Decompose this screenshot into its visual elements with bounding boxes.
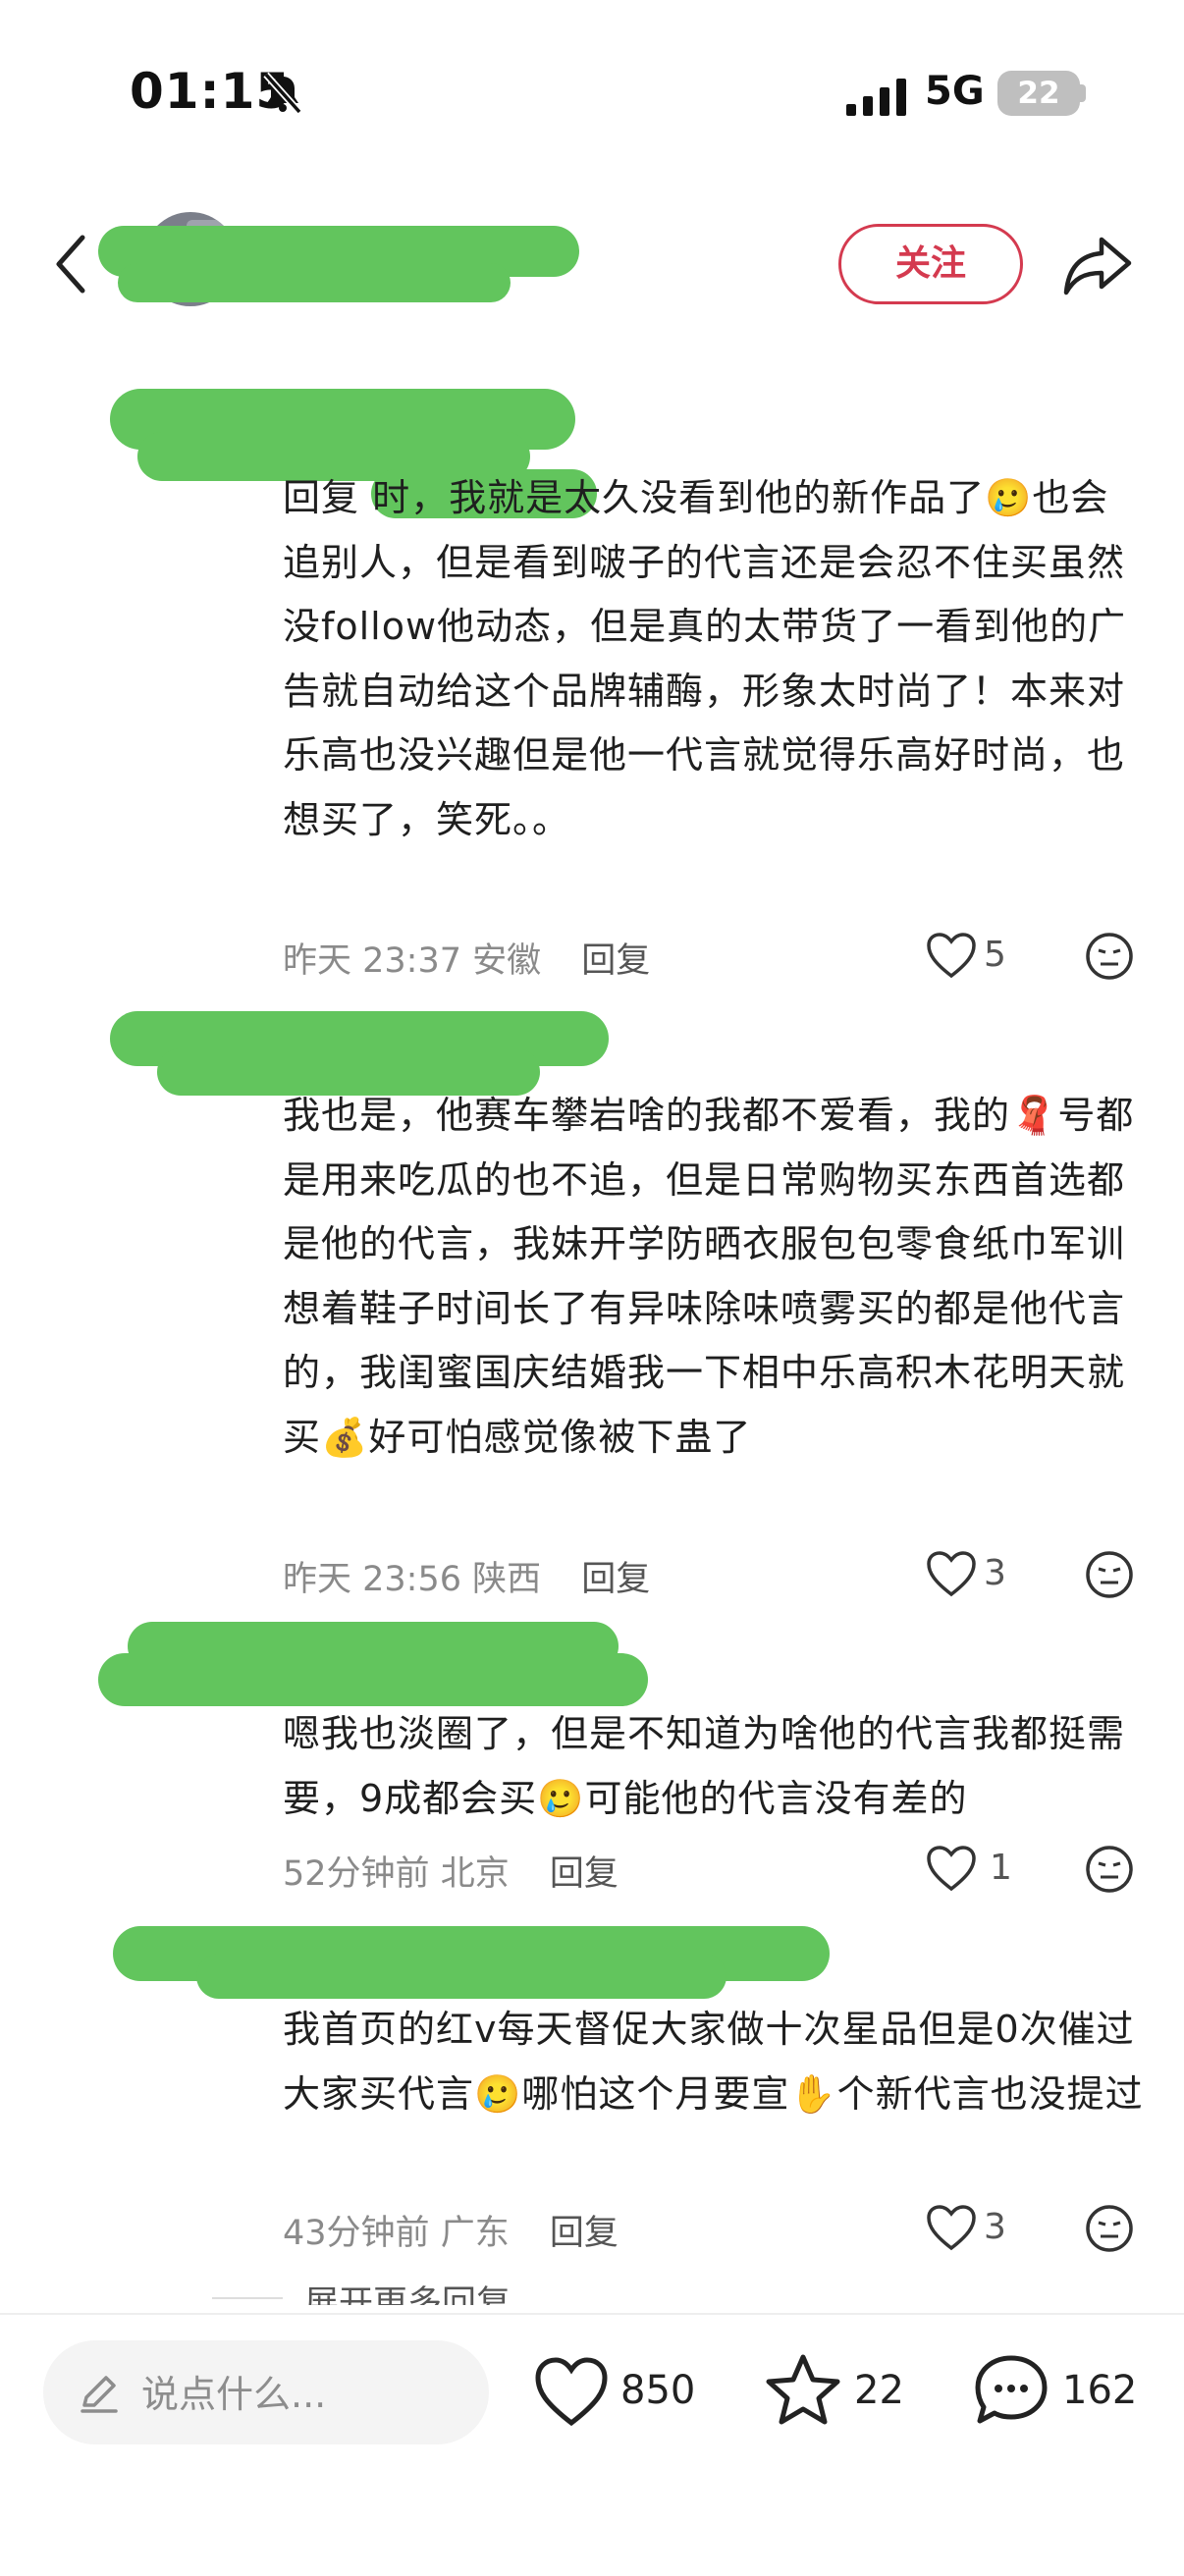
heart-icon[interactable] <box>925 1549 978 1598</box>
dislike-face-icon[interactable] <box>1084 1549 1135 1600</box>
comment-text: 嗯我也淡圈了，但是不知道为啥他的代言我都挺需要，9成都会买🥲可能他的代言没有差的 <box>283 1712 1126 1820</box>
battery-icon: 22 <box>997 71 1080 116</box>
heart-icon[interactable] <box>925 931 978 980</box>
battery-nub <box>1080 84 1086 102</box>
bell-muted-icon <box>263 72 302 115</box>
redaction-scribble <box>98 1653 648 1706</box>
like-count: 1 <box>990 1848 1012 1888</box>
follow-button[interactable]: 关注 <box>838 224 1023 304</box>
comment-meta: 昨天 23:37 安徽 回复 <box>283 933 650 983</box>
back-arrow-icon[interactable] <box>51 232 90 296</box>
comment-input-placeholder[interactable]: 说点什么... <box>141 2364 326 2418</box>
reply-button[interactable]: 回复 <box>581 941 650 981</box>
comment-bubble-icon[interactable] <box>972 2352 1050 2427</box>
comment-time: 43分钟前 <box>283 2214 430 2253</box>
post-favorite-count: 22 <box>854 2368 904 2413</box>
battery-level: 22 <box>1017 76 1060 111</box>
comment-meta: 43分钟前 广东 回复 <box>283 2205 619 2255</box>
comment-meta: 52分钟前 北京 回复 <box>283 1846 619 1896</box>
comment-time: 52分钟前 <box>283 1854 430 1894</box>
reply-button[interactable]: 回复 <box>581 1560 650 1599</box>
reply-button[interactable]: 回复 <box>550 2214 619 2253</box>
like-count: 3 <box>984 1553 1006 1593</box>
comment-text: 我首页的红v每天督促大家做十次星品但是0次催过大家买代言🥲哪怕这个月要宣✋个新代… <box>283 2008 1144 2116</box>
heart-icon[interactable] <box>532 2354 611 2429</box>
comment-text: 我也是，他赛车攀岩啥的我都不爱看，我的🧣号都是用来吃瓜的也不追，但是日常购物买东… <box>283 1094 1135 1459</box>
star-icon[interactable] <box>764 2352 842 2427</box>
comment-time: 昨天 23:37 <box>283 941 461 981</box>
post-comment-count: 162 <box>1062 2368 1138 2413</box>
signal-icon <box>846 79 906 116</box>
comment-location: 陕西 <box>472 1560 542 1599</box>
network-type: 5G <box>925 69 985 114</box>
comment-location: 北京 <box>440 1854 510 1894</box>
like-count: 5 <box>984 935 1006 975</box>
comment-text: 回复 时，我就是太久没看到他的新作品了🥲也会追别人，但是看到啵子的代言还是会忍不… <box>283 476 1127 841</box>
heart-icon[interactable] <box>925 1844 978 1893</box>
previous-comment-meta-partial <box>285 322 1178 348</box>
dislike-face-icon[interactable] <box>1084 1844 1135 1895</box>
heart-icon[interactable] <box>925 2203 978 2252</box>
comment-meta: 昨天 23:56 陕西 回复 <box>283 1551 650 1601</box>
pen-icon <box>81 2376 118 2413</box>
redaction-scribble <box>118 263 511 302</box>
post-like-count: 850 <box>620 2368 696 2413</box>
more-replies-divider <box>212 2297 283 2299</box>
share-icon[interactable] <box>1062 234 1133 296</box>
expand-more-replies[interactable]: 展开更多回复 <box>304 2276 511 2305</box>
comment-location: 广东 <box>440 2214 510 2253</box>
dislike-face-icon[interactable] <box>1084 2203 1135 2254</box>
redaction-scribble <box>196 1954 727 1999</box>
like-count: 3 <box>984 2207 1006 2247</box>
dislike-face-icon[interactable] <box>1084 931 1135 982</box>
reply-button[interactable]: 回复 <box>550 1854 619 1894</box>
comment-location: 安徽 <box>472 941 542 981</box>
comment-time: 昨天 23:56 <box>283 1560 461 1599</box>
